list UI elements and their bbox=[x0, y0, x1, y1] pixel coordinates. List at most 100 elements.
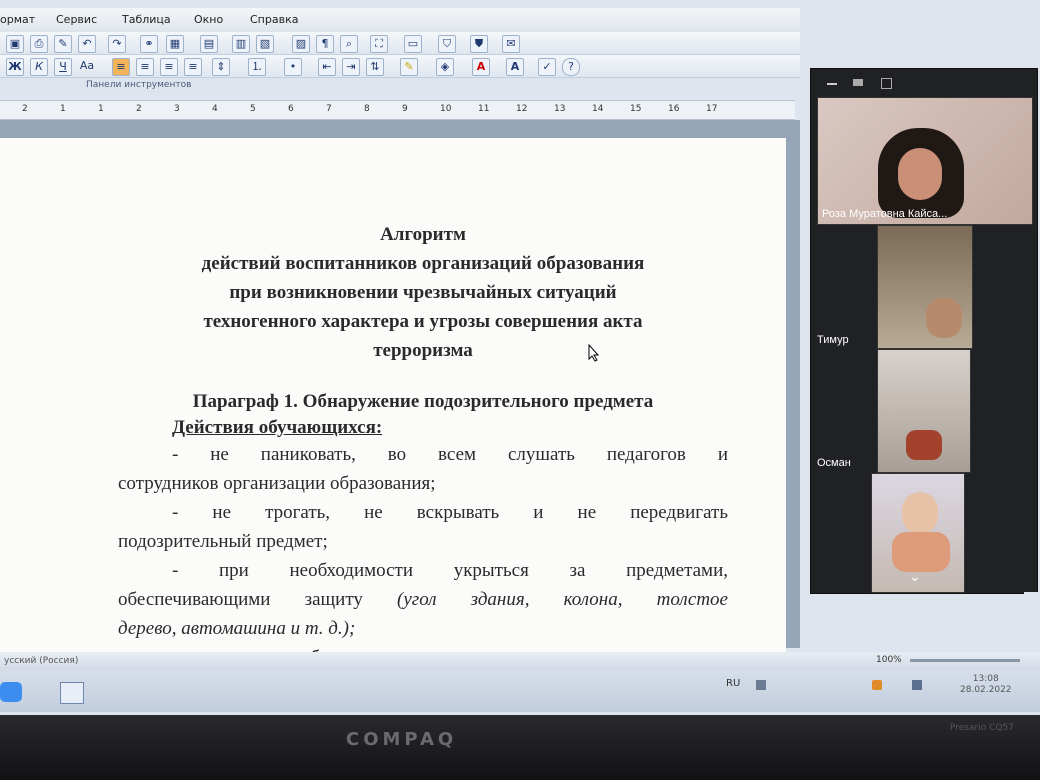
doc-subheading: Действия обучающихся: bbox=[172, 417, 383, 438]
right-scrollbar[interactable] bbox=[1024, 592, 1038, 652]
laptop-brand-logo: COMPAQ bbox=[346, 729, 458, 750]
ruler-tick-label: 12 bbox=[516, 104, 528, 114]
spellcheck-icon[interactable]: ✓ bbox=[538, 58, 556, 76]
font-color-icon[interactable]: A bbox=[472, 58, 490, 76]
italic-icon[interactable]: К bbox=[30, 58, 48, 76]
ruler-tick-label: 2 bbox=[22, 104, 28, 114]
doc-bullet3-line3: дерево, автомашина и т. д.); bbox=[118, 618, 356, 639]
justify-icon[interactable]: ≡ bbox=[184, 58, 202, 76]
menu-table[interactable]: Таблица bbox=[122, 13, 171, 26]
help-icon[interactable]: ? bbox=[562, 58, 580, 76]
ruler-tick-label: 16 bbox=[668, 104, 680, 114]
zoom-app-icon[interactable] bbox=[0, 682, 22, 702]
link-icon[interactable]: ⚭ bbox=[140, 35, 158, 53]
decrease-indent-icon[interactable]: ⇤ bbox=[318, 58, 336, 76]
bold-icon[interactable]: Ж bbox=[6, 58, 24, 76]
fullscreen-icon[interactable]: ⛶ bbox=[370, 35, 388, 53]
formatting-toolbar: Ж К Ч Aa ≡ ≡ ≡ ≡ ⇕ ⒈ • ⇤ ⇥ ⇅ ✎ ◈ A A ✓ ? bbox=[0, 55, 800, 78]
doc-section-heading: Параграф 1. Обнаружение подозрительного … bbox=[192, 391, 654, 412]
tray-volume-icon[interactable] bbox=[872, 680, 882, 690]
increase-indent-icon[interactable]: ⇥ bbox=[342, 58, 360, 76]
line-spacing-icon[interactable]: ⇕ bbox=[212, 58, 230, 76]
participant-face-2 bbox=[926, 298, 962, 338]
ruler-tick-label: 1 bbox=[98, 104, 104, 114]
table-icon[interactable]: ▦ bbox=[166, 35, 184, 53]
save-icon[interactable]: ▣ bbox=[6, 35, 24, 53]
doc-bullet2-line2: подозрительный предмет; bbox=[118, 531, 328, 552]
email-icon[interactable]: ✉ bbox=[502, 35, 520, 53]
toolbar-panel-label: Панели инструментов bbox=[0, 78, 800, 94]
align-center-icon[interactable]: ≡ bbox=[136, 58, 154, 76]
doc-bullet3-line2: обеспечивающими защиту (угол здания, кол… bbox=[118, 585, 728, 614]
doc-title-line4: техногенного характера и угрозы совершен… bbox=[203, 311, 643, 332]
doc-bullet3-line2-plain: обеспечивающими защиту bbox=[118, 589, 398, 610]
participant-tile-3[interactable] bbox=[877, 349, 971, 473]
ruler-tick-label: 9 bbox=[402, 104, 408, 114]
align-left-icon[interactable]: ≡ bbox=[112, 58, 130, 76]
drawing-icon[interactable]: ▧ bbox=[256, 35, 274, 53]
bullet-list-icon[interactable]: • bbox=[284, 58, 302, 76]
ruler-tick-label: 6 bbox=[288, 104, 294, 114]
language-indicator[interactable]: RU bbox=[726, 678, 740, 689]
ruler-tick-label: 11 bbox=[478, 104, 490, 114]
print-icon[interactable]: ⎙ bbox=[30, 35, 48, 53]
zoom-participants-panel: Роза Муратовна Кайса... Тимур Осман ⌄ bbox=[810, 68, 1038, 594]
excel-icon[interactable]: ▤ bbox=[200, 35, 218, 53]
numbered-list-icon[interactable]: ⒈ bbox=[248, 58, 266, 76]
system-clock[interactable]: 13:08 28.02.2022 bbox=[960, 674, 1012, 696]
document-page[interactable]: Алгоритм действий воспитанников организа… bbox=[0, 138, 786, 668]
doc-title-line1: Алгоритм bbox=[380, 224, 466, 245]
ruler-tick-label: 8 bbox=[364, 104, 370, 114]
ruler-tick-label: 3 bbox=[174, 104, 180, 114]
highlight-icon[interactable]: ✎ bbox=[400, 58, 418, 76]
columns-icon[interactable]: ▥ bbox=[232, 35, 250, 53]
document-area: Алгоритм действий воспитанников организа… bbox=[0, 120, 800, 668]
zoom-level[interactable]: 100% bbox=[876, 655, 902, 665]
styles-icon[interactable]: ⛊ bbox=[470, 35, 488, 53]
fill-icon[interactable]: ◈ bbox=[436, 58, 454, 76]
undo-icon[interactable]: ↶ bbox=[78, 35, 96, 53]
speaker-view-icon[interactable] bbox=[853, 79, 863, 86]
menu-window[interactable]: Окно bbox=[194, 13, 223, 26]
sort-icon[interactable]: ⇅ bbox=[366, 58, 384, 76]
doc-title-line3: при возникновении чрезвычайных ситуаций bbox=[229, 282, 617, 303]
participant-tile-1[interactable]: Роза Муратовна Кайса... bbox=[817, 97, 1033, 225]
paint-icon[interactable]: ✎ bbox=[54, 35, 72, 53]
ruler-tick-label: 4 bbox=[212, 104, 218, 114]
zoom-panel-header bbox=[811, 69, 1037, 91]
menu-service[interactable]: Сервис bbox=[56, 13, 97, 26]
align-right-icon[interactable]: ≡ bbox=[160, 58, 178, 76]
minimize-icon[interactable] bbox=[827, 83, 837, 85]
expand-icon[interactable] bbox=[881, 78, 892, 89]
font-size-icon[interactable]: Aa bbox=[76, 58, 98, 74]
tray-flag-icon[interactable] bbox=[756, 680, 766, 690]
ruler-tick-label: 13 bbox=[554, 104, 566, 114]
desktop-screen: ормат Сервис Таблица Окно Справка ▣ ⎙ ✎ … bbox=[0, 0, 1040, 715]
doc-bullet1-line1: - не паниковать, во всем слушать педагог… bbox=[172, 444, 728, 465]
word-app-icon[interactable] bbox=[60, 682, 84, 704]
tray-network-icon[interactable] bbox=[912, 680, 922, 690]
redo-icon[interactable]: ↷ bbox=[108, 35, 126, 53]
laptop-model-label: Presario CQ57 bbox=[950, 723, 1014, 733]
participant-name-1: Роза Муратовна Кайса... bbox=[822, 208, 948, 220]
zoom-icon[interactable]: ⌕ bbox=[340, 35, 358, 53]
pilcrow-icon[interactable]: ¶ bbox=[316, 35, 334, 53]
mouse-cursor-icon bbox=[588, 343, 600, 366]
format-painter-icon[interactable]: ⛉ bbox=[438, 35, 456, 53]
participant-tile-2[interactable] bbox=[877, 225, 973, 349]
horizontal-ruler[interactable]: 2 1 1 2 3 4 5 6 7 8 9 10 11 12 13 14 15 16 17 bbox=[0, 100, 795, 120]
menu-format[interactable]: ормат bbox=[0, 13, 35, 26]
underline-icon[interactable]: Ч bbox=[54, 58, 72, 76]
scroll-down-icon[interactable]: ⌄ bbox=[909, 569, 921, 585]
doc-map-icon[interactable]: ▨ bbox=[292, 35, 310, 53]
laptop-bezel: COMPAQ Presario CQ57 bbox=[0, 715, 1040, 780]
participant-name-2: Тимур bbox=[817, 334, 849, 346]
document-body: Алгоритм действий воспитанников организа… bbox=[118, 220, 728, 672]
doc-title-line2: действий воспитанников организаций образ… bbox=[201, 253, 645, 274]
menu-help[interactable]: Справка bbox=[250, 13, 298, 26]
zoom-slider[interactable] bbox=[910, 659, 1020, 662]
folder-icon[interactable]: ▭ bbox=[404, 35, 422, 53]
doc-bullet1-line2: сотрудников организации образования; bbox=[118, 473, 436, 494]
participant-face-4 bbox=[902, 492, 938, 534]
text-effect-icon[interactable]: A bbox=[506, 58, 524, 76]
